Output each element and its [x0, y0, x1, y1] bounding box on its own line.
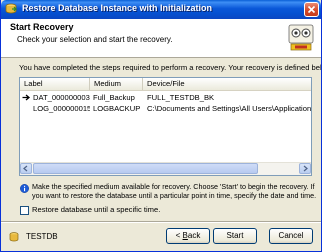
row-label: LOG_000000015: [33, 104, 90, 113]
close-button[interactable]: [304, 2, 319, 17]
restore-dialog: Restore Database Instance with Initializ…: [0, 0, 322, 252]
database-name: TESTDB: [26, 232, 58, 241]
back-button[interactable]: < Back: [166, 228, 210, 244]
table-row[interactable]: LOG_000000015 LOGBACKUP C:\Documents and…: [20, 103, 311, 114]
list-header: Label Medium Device/File: [20, 78, 311, 91]
intro-text: You have completed the steps required to…: [19, 63, 322, 72]
column-header-device[interactable]: Device/File: [143, 78, 311, 90]
page-title: Start Recovery: [10, 22, 74, 32]
wizard-graphic-icon: [287, 22, 315, 52]
info-icon: [20, 184, 29, 193]
wizard-header: Start Recovery Check your selection and …: [1, 19, 321, 58]
horizontal-scrollbar[interactable]: [20, 162, 311, 175]
window-title: Restore Database Instance with Initializ…: [22, 3, 213, 13]
column-header-medium[interactable]: Medium: [90, 78, 143, 90]
column-header-label[interactable]: Label: [20, 78, 90, 90]
close-icon: [307, 5, 316, 14]
restore-until-time-label[interactable]: Restore database until a specific time.: [32, 205, 160, 214]
row-medium: LOGBACKUP: [93, 104, 141, 113]
page-subtitle: Check your selection and start the recov…: [17, 35, 173, 44]
chevron-left-icon: [23, 165, 28, 172]
chevron-right-icon: [303, 165, 308, 172]
row-device: C:\Documents and Settings\All Users\Appl…: [147, 104, 312, 113]
back-prefix: <: [175, 231, 183, 240]
database-icon: [9, 232, 19, 242]
cancel-button[interactable]: Cancel: [269, 228, 313, 244]
row-label: DAT_000000003: [33, 93, 90, 102]
restore-until-time-checkbox[interactable]: [20, 206, 29, 215]
info-text: Make the specified medium available for …: [32, 182, 317, 200]
arrow-right-icon: [22, 92, 32, 103]
scroll-thumb[interactable]: [33, 163, 258, 174]
row-device: FULL_TESTDB_BK: [147, 93, 215, 102]
footer-divider: [1, 221, 321, 223]
back-rest: ack: [187, 231, 201, 240]
database-restore-icon: [5, 3, 18, 15]
title-bar[interactable]: Restore Database Instance with Initializ…: [1, 0, 321, 19]
scroll-left-button[interactable]: [20, 163, 32, 174]
scroll-right-button[interactable]: [299, 163, 311, 174]
start-button[interactable]: Start: [213, 228, 257, 244]
row-medium: Full_Backup: [93, 93, 135, 102]
table-row[interactable]: DAT_000000003 Full_Backup FULL_TESTDB_BK: [20, 92, 311, 103]
recovery-list[interactable]: Label Medium Device/File DAT_000000003 F…: [19, 77, 312, 176]
